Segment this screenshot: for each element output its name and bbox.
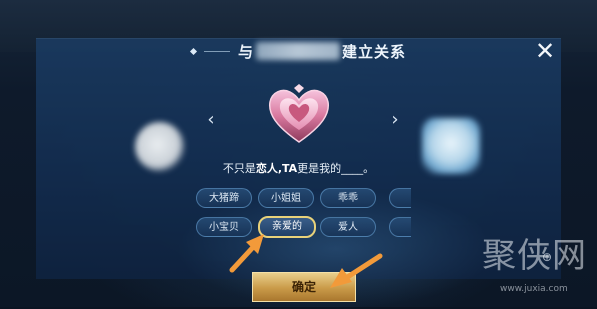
lover-heart-badge-icon — [266, 84, 332, 146]
option-chip[interactable]: 乖乖 — [320, 188, 376, 208]
option-chip[interactable]: 小姐姐 — [258, 188, 314, 208]
next-arrow-button[interactable]: › — [387, 110, 403, 130]
question-prefix: 不只是 — [222, 162, 256, 175]
option-chip[interactable]: 爱人 — [320, 217, 376, 237]
chevron-left-icon: ‹ — [207, 109, 215, 130]
chevron-right-icon: › — [391, 109, 399, 130]
pointer-arrow-icon — [229, 234, 264, 273]
watermark-url: www.juxia.com — [500, 284, 568, 294]
option-chip[interactable]: 大猪蹄 — [196, 188, 252, 208]
close-icon: ✕ — [534, 37, 556, 65]
dialog-title: 与 建立关系 — [0, 36, 597, 66]
option-chip-partial[interactable] — [389, 217, 411, 237]
pointer-arrow-icon — [330, 253, 383, 288]
title-left-line — [203, 50, 230, 52]
relationship-question: 不只是恋人,TA更是我的____。 — [0, 160, 597, 176]
prev-arrow-button[interactable]: ‹ — [203, 110, 219, 130]
title-suffix: 建立关系 — [342, 42, 407, 61]
title-prefix: 与 — [237, 42, 254, 61]
option-chip-partial[interactable] — [389, 188, 411, 208]
watermark-logo: 聚侠网 — [482, 236, 587, 276]
close-button[interactable]: ✕ — [532, 38, 558, 64]
blurred-player-name — [256, 42, 340, 60]
question-emphasis: 恋人,TA — [255, 162, 298, 175]
title-left-diamond-icon — [189, 47, 198, 55]
question-suffix: 更是我的____。 — [297, 162, 375, 175]
